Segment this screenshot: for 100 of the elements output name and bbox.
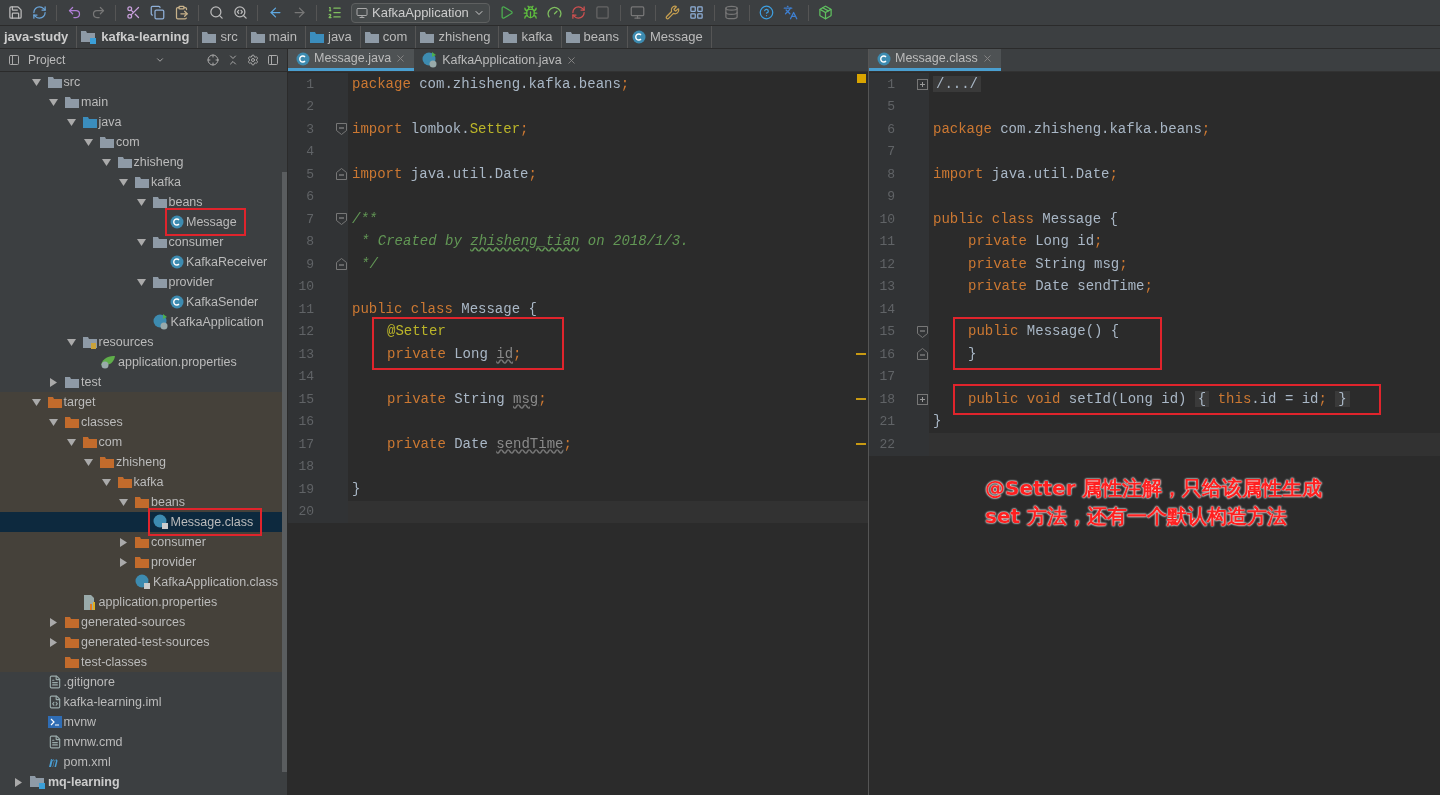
code-line: private String msg; [968,254,1128,274]
fold-end-icon[interactable] [917,348,928,361]
expanded-arrow-icon[interactable] [119,177,128,187]
close-icon[interactable] [565,54,577,66]
expanded-arrow-icon[interactable] [31,397,41,407]
collapse-all-icon[interactable] [227,54,239,66]
tree-item[interactable]: KafkaApplication [0,312,282,332]
tree-item[interactable]: Message [0,212,282,232]
breadcrumb[interactable]: java-study [0,26,78,48]
expanded-arrow-icon[interactable] [66,437,76,447]
tree-item[interactable]: consumer [0,532,282,552]
tree-item[interactable]: com [0,432,282,452]
project-view-dropdown[interactable]: Project [28,51,166,69]
locate-icon[interactable] [207,54,219,66]
scrollbar-thumb[interactable] [282,172,287,772]
expanded-arrow-icon[interactable] [101,157,111,167]
tree-item[interactable]: consumer [0,232,282,252]
breadcrumb[interactable]: com [360,26,417,48]
code-line: * Created by zhisheng_tian on 2018/1/3. [361,232,689,252]
editor-tab[interactable]: Message.java [288,49,415,71]
code-line: } [968,344,977,364]
folder-icon [202,31,217,43]
package-folder-icon [152,276,167,288]
tree-item[interactable]: kafka [0,472,282,492]
tree-item[interactable]: beans [0,192,282,212]
tree-item[interactable]: KafkaApplication.class [0,572,282,592]
code-line: public Message() { [968,322,1120,342]
folder-icon [65,376,79,388]
tree-item[interactable]: KafkaReceiver [0,252,282,272]
tree-item-label: beans [168,193,203,211]
breadcrumb[interactable]: main [246,26,306,48]
editor-tab[interactable]: KafkaApplication.java [414,49,585,71]
expanded-arrow-icon[interactable] [49,97,58,107]
breadcrumb[interactable]: kafka-learning [77,26,199,48]
collapsed-arrow-icon[interactable] [119,557,128,567]
tree-item[interactable]: java [0,112,282,132]
expanded-arrow-icon[interactable] [66,337,76,347]
tree-item[interactable]: beans [0,492,282,512]
tree-item-label: mvnw [63,713,97,731]
tree-item[interactable]: zhisheng [0,452,282,472]
tree-item[interactable]: application.properties [0,352,282,372]
breadcrumb[interactable]: beans [561,26,628,48]
package-folder-icon [117,156,132,168]
collapsed-arrow-icon[interactable] [49,377,58,387]
fold-end-icon[interactable] [336,258,347,271]
expanded-arrow-icon[interactable] [31,77,41,87]
expanded-arrow-icon[interactable] [136,237,146,247]
fold-start-icon[interactable] [917,325,928,338]
breadcrumb[interactable]: zhisheng [416,26,500,48]
tree-item[interactable]: resources [0,332,282,352]
tree-item[interactable]: provider [0,552,282,572]
tree-item[interactable]: generated-test-sources [0,632,282,652]
expanded-arrow-icon[interactable] [101,477,111,487]
tree-item[interactable]: pom.xml [0,752,282,772]
tree-item[interactable]: kafka-learning.iml [0,692,282,712]
tree-item[interactable]: mq-learning [0,772,282,792]
breadcrumb[interactable]: Message [627,26,712,48]
expanded-arrow-icon[interactable] [136,277,146,287]
tree-item[interactable]: mvnw [0,712,282,732]
tree-item[interactable]: classes [0,412,282,432]
breadcrumb[interactable]: kafka [499,26,562,48]
editor-tab[interactable]: Message.class [869,49,1001,71]
tree-item[interactable]: mvnw.cmd [0,732,282,752]
expanded-arrow-icon[interactable] [66,117,76,127]
collapsed-arrow-icon[interactable] [49,637,58,647]
tree-item[interactable]: com [0,132,282,152]
tree-item-label: zhisheng [133,153,184,171]
expanded-arrow-icon[interactable] [84,137,93,147]
tree-item[interactable]: kafka [0,172,282,192]
fold-end-icon[interactable] [336,168,347,181]
breadcrumb[interactable]: java [306,26,361,48]
expand-fold-icon[interactable] [917,78,928,90]
fold-start-icon[interactable] [336,213,347,226]
tree-item[interactable]: test-classes [0,652,282,672]
tree-item[interactable]: application.properties [0,592,282,612]
expand-fold-icon[interactable] [917,393,928,405]
collapsed-arrow-icon[interactable] [119,537,128,547]
tree-item[interactable]: target [0,392,282,412]
module-folder-icon [81,30,98,44]
tree-item[interactable]: main [0,92,282,112]
expanded-arrow-icon[interactable] [136,197,146,207]
collapsed-arrow-icon[interactable] [14,777,23,787]
tree-item[interactable]: .gitignore [0,672,282,692]
run-config-dropdown[interactable]: KafkaApplication [351,2,490,23]
expanded-arrow-icon[interactable] [84,457,93,467]
tree-item[interactable]: KafkaSender [0,292,282,312]
hide-panel-icon[interactable] [267,54,279,66]
tree-item[interactable]: test [0,372,282,392]
tree-item[interactable]: generated-sources [0,612,282,632]
tree-item[interactable]: zhisheng [0,152,282,172]
breadcrumb[interactable]: src [198,26,247,48]
tree-item[interactable]: provider [0,272,282,292]
expanded-arrow-icon[interactable] [119,497,128,507]
tree-item-label: .gitignore [63,673,115,691]
code-line: @Setter [387,322,446,342]
collapsed-arrow-icon[interactable] [49,617,58,627]
expanded-arrow-icon[interactable] [49,417,58,427]
tree-item[interactable]: src [0,72,282,92]
fold-start-icon[interactable] [336,123,347,136]
class-lock-icon [152,514,169,530]
